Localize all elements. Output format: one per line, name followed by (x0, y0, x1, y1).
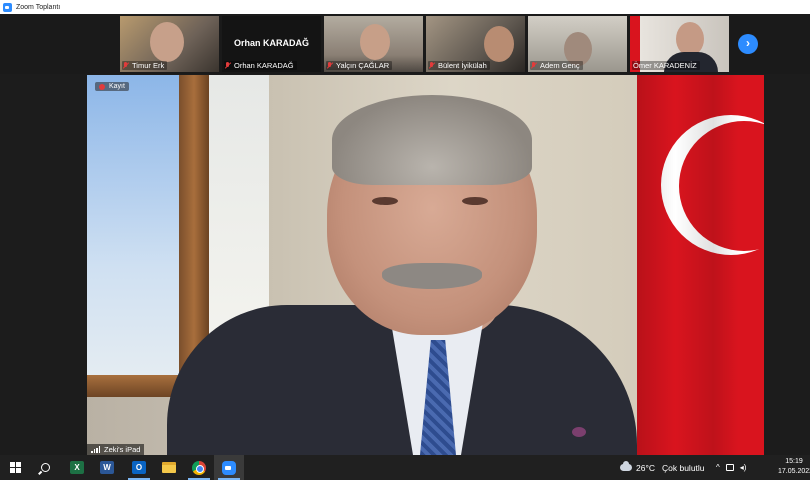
windows-taskbar: X W O 26°C Çok bulutlu ^ ◂) 15:19 17.05.… (0, 455, 810, 480)
start-button[interactable] (0, 455, 30, 480)
clock-time: 15:19 (785, 458, 803, 465)
system-tray: ^ ◂) (716, 455, 752, 480)
participant-name-label: Yalçın ÇAĞLAR (326, 61, 393, 70)
signal-strength-icon (91, 446, 101, 453)
participant-tile[interactable]: Adem Genç (528, 16, 627, 72)
speaker-name-label: Zeki's iPad (87, 444, 145, 455)
excel-icon: X (70, 461, 84, 474)
participant-video (676, 22, 704, 56)
volume-icon[interactable]: ◂) (740, 463, 747, 472)
clock-date: 17.05.2022 (778, 468, 810, 475)
participant-name-label: Orhan KARADAĞ (224, 61, 297, 70)
participant-tile[interactable]: Bülent İyikülah (426, 16, 525, 72)
speaker-mustache (382, 263, 482, 289)
taskbar-chrome[interactable] (184, 455, 214, 480)
weather-temperature: 26°C (636, 462, 655, 473)
window-title: Zoom Toplantı (16, 3, 61, 11)
participant-display-name: Orhan KARADAĞ (233, 38, 309, 48)
participant-name-label: Bülent İyikülah (428, 61, 490, 70)
taskbar-zoom[interactable] (214, 455, 244, 480)
recording-label: Kayıt (109, 83, 125, 90)
mic-muted-icon (531, 62, 537, 69)
zoom-icon (222, 460, 236, 475)
lapel-pin (572, 427, 586, 437)
active-speaker-video[interactable]: Kayıt Zeki's iPad (87, 75, 764, 455)
cloud-icon (620, 461, 632, 471)
participant-tile[interactable]: Yalçın ÇAĞLAR (324, 16, 423, 72)
mic-muted-icon (225, 62, 231, 69)
record-dot-icon (99, 83, 105, 90)
taskbar-outlook[interactable]: O (124, 455, 154, 480)
speaker-hair (332, 95, 532, 185)
zoom-window: Zoom Toplantı Timur Erk Orhan KARADAĞ Or… (0, 0, 810, 480)
turkish-flag (637, 75, 764, 455)
next-page-button[interactable]: › (738, 34, 758, 54)
clock[interactable]: 15:19 17.05.2022 (778, 457, 810, 477)
title-bar[interactable]: Zoom Toplantı (0, 0, 810, 14)
participant-name-label: Ömer KARADENİZ (632, 61, 700, 70)
participant-tile[interactable]: Ömer KARADENİZ (630, 16, 729, 72)
network-icon[interactable] (725, 464, 734, 471)
speaker-eye (462, 197, 488, 205)
mic-muted-icon (327, 62, 333, 69)
word-icon: W (100, 461, 114, 474)
participant-video (150, 22, 184, 62)
windows-logo-icon (9, 462, 21, 473)
participant-video (484, 26, 514, 62)
taskbar-word[interactable]: W (92, 455, 122, 480)
file-explorer-icon (162, 462, 176, 473)
weather-condition: Çok bulutlu (662, 462, 705, 473)
participant-name-label: Adem Genç (530, 61, 583, 70)
participant-tile[interactable]: Timur Erk (120, 16, 219, 72)
speaker-eye (372, 197, 398, 205)
mic-muted-icon (429, 62, 435, 69)
search-button[interactable] (30, 455, 60, 480)
taskbar-file-explorer[interactable] (154, 455, 184, 480)
outlook-icon: O (132, 461, 146, 474)
search-icon (40, 463, 50, 472)
participant-tile[interactable]: Orhan KARADAĞ Orhan KARADAĞ (222, 16, 321, 72)
recording-indicator[interactable]: Kayıt (95, 82, 129, 91)
mic-muted-icon (123, 62, 129, 69)
chrome-icon (192, 460, 206, 475)
participant-strip: Timur Erk Orhan KARADAĞ Orhan KARADAĞ Ya… (0, 14, 810, 74)
show-hidden-icons-chevron-icon[interactable]: ^ (716, 463, 720, 472)
taskbar-excel[interactable]: X (62, 455, 92, 480)
zoom-app-icon (3, 2, 12, 12)
participant-name-label: Timur Erk (122, 61, 168, 70)
flag-folds (637, 75, 764, 455)
speaker (167, 95, 637, 455)
weather-widget[interactable]: 26°C Çok bulutlu (620, 455, 705, 480)
participant-video (360, 24, 390, 60)
